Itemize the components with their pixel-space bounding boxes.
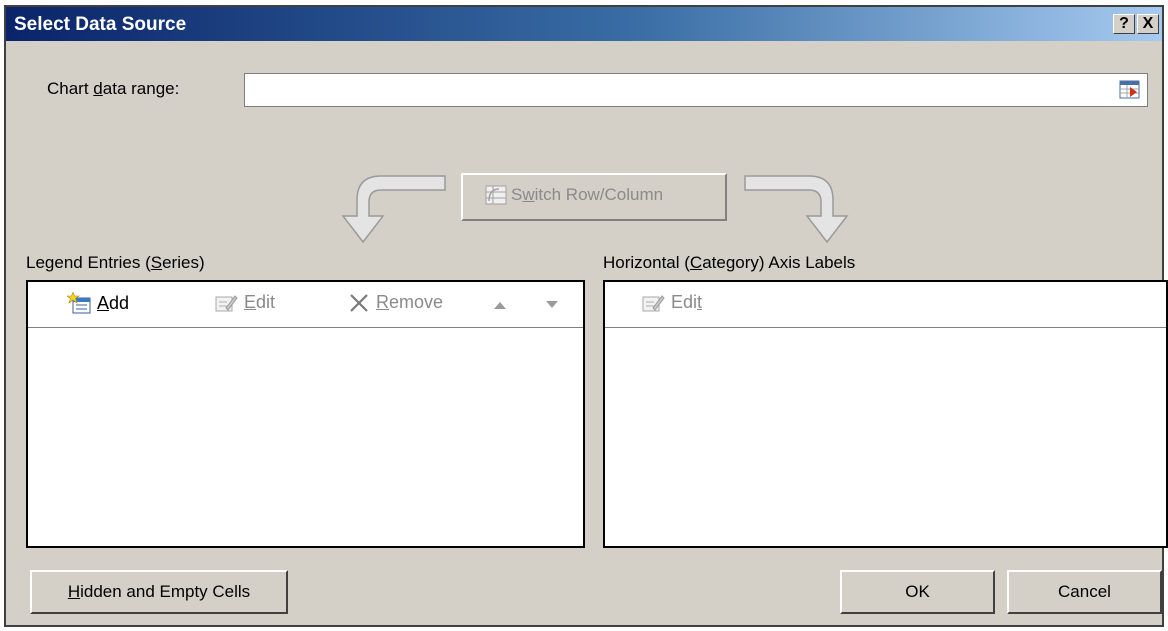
legend-series-list[interactable] [28, 328, 583, 546]
axis-labels-label: Horizontal (Category) Axis Labels [603, 253, 856, 272]
remove-icon [350, 293, 368, 312]
axis-toolbar: Edit [605, 282, 1166, 328]
legend-entries-label: Legend Entries (Series) [26, 253, 205, 272]
left-curved-arrow-icon [341, 175, 446, 244]
range-collapse-icon[interactable] [1119, 79, 1141, 101]
help-icon: ? [1119, 15, 1129, 32]
edit-series-button[interactable]: Edit [214, 292, 275, 313]
legend-toolbar: Add Edit Remove [28, 282, 583, 328]
chart-data-range-label: Chart data range: [47, 79, 180, 98]
close-button[interactable]: X [1137, 14, 1159, 34]
move-up-icon[interactable] [493, 300, 507, 310]
switch-row-column-label: Switch Row/Column [511, 185, 664, 204]
title-bar: Select Data Source ? X [6, 7, 1162, 41]
close-icon: X [1142, 15, 1154, 32]
dialog-title: Select Data Source [14, 14, 187, 35]
add-series-button[interactable]: Add [67, 292, 129, 314]
legend-entries-panel: Add Edit Remove [26, 280, 585, 548]
edit-icon [642, 294, 665, 311]
axis-labels-list[interactable] [605, 328, 1166, 546]
edit-axis-labels-button[interactable]: Edit [641, 292, 702, 313]
hidden-and-empty-cells-button[interactable]: Hidden and Empty Cells [30, 570, 288, 614]
add-icon [67, 292, 91, 314]
select-data-source-dialog: Select Data Source ? X Chart data range: [4, 5, 1168, 627]
edit-icon [215, 294, 238, 311]
remove-series-button[interactable]: Remove [348, 292, 443, 313]
switch-row-column-icon [485, 185, 507, 205]
right-curved-arrow-icon [744, 175, 849, 244]
cancel-button[interactable]: Cancel [1007, 570, 1162, 614]
ok-button[interactable]: OK [840, 570, 995, 614]
move-down-icon[interactable] [545, 300, 559, 310]
switch-row-column-button[interactable]: Switch Row/Column [461, 173, 727, 221]
axis-labels-panel: Edit [603, 280, 1168, 548]
help-button[interactable]: ? [1113, 14, 1135, 34]
chart-data-range-input[interactable] [244, 73, 1148, 107]
